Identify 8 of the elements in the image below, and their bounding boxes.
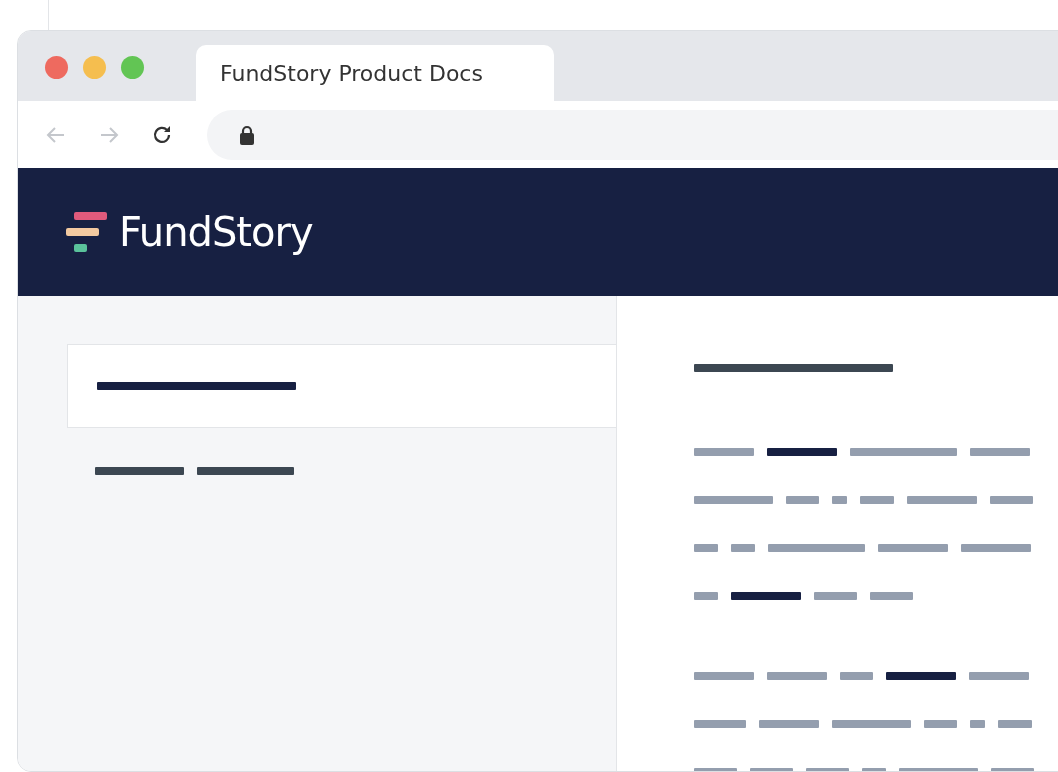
address-bar[interactable] [207,109,1058,160]
close-window-dot[interactable] [45,56,68,79]
brand-name: FundStory [119,209,313,255]
logo-icon [66,212,108,254]
browser-tab[interactable]: FundStory Product Docs [196,45,554,101]
maximize-window-dot[interactable] [121,56,144,79]
lock-icon [239,124,255,145]
minimize-window-dot[interactable] [83,56,106,79]
